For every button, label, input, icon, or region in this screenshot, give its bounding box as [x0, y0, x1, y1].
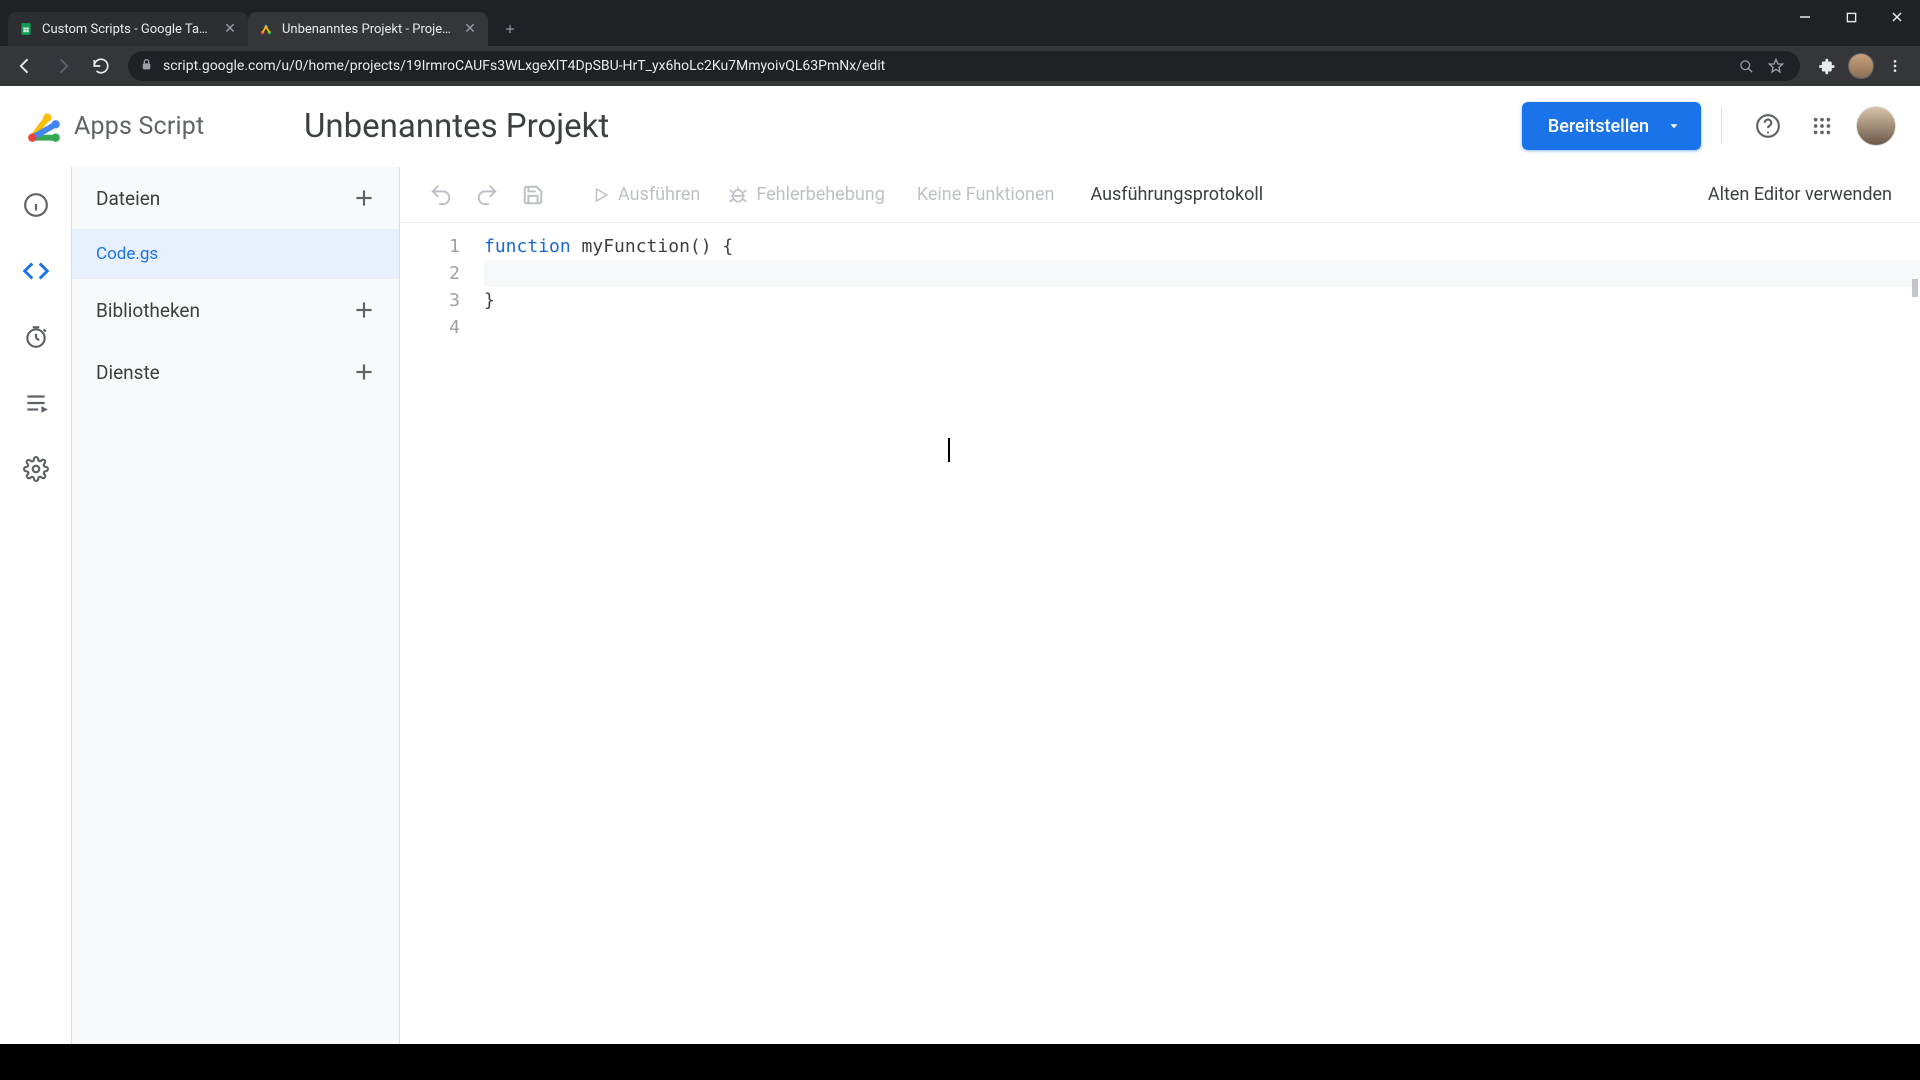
code-editor[interactable]: 1 2 3 4 function myFunction() { } [400, 222, 1920, 1044]
chrome-menu-icon[interactable] [1878, 49, 1912, 83]
debug-label: Fehlerbehebung [756, 184, 884, 205]
window-controls [1782, 0, 1920, 34]
sheets-favicon-icon [18, 21, 34, 37]
project-title[interactable]: Unbenanntes Projekt [304, 107, 609, 146]
browser-toolbar: script.google.com/u/0/home/projects/19Ir… [0, 46, 1920, 86]
line-gutter: 1 2 3 4 [400, 223, 478, 1044]
browser-tab-2[interactable]: Unbenanntes Projekt - Projekt-E ✕ [248, 12, 488, 46]
line-number: 1 [400, 233, 460, 260]
extensions-icon[interactable] [1810, 49, 1844, 83]
add-service-button[interactable] [347, 355, 381, 389]
function-selector[interactable]: Keine Funktionen [903, 184, 1069, 205]
editor-toolbar: Ausführen Fehlerbehebung Keine Funktione… [400, 167, 1920, 222]
address-bar[interactable]: script.google.com/u/0/home/projects/19Ir… [128, 51, 1800, 81]
add-file-button[interactable] [347, 181, 381, 215]
rail-settings-icon[interactable] [16, 449, 56, 489]
code-token: function [484, 236, 571, 257]
lock-icon [140, 58, 153, 75]
editor-area: Ausführen Fehlerbehebung Keine Funktione… [400, 167, 1920, 1044]
close-tab-icon[interactable]: ✕ [222, 21, 238, 37]
minimize-button[interactable] [1782, 0, 1828, 34]
code-token: myFunction() [571, 236, 723, 257]
undo-button[interactable] [422, 176, 460, 214]
rail-editor-icon[interactable] [16, 251, 56, 291]
services-section-header: Dienste [72, 341, 399, 403]
save-button[interactable] [514, 176, 552, 214]
code-token: } [484, 290, 495, 311]
account-avatar[interactable] [1856, 106, 1896, 146]
files-sidebar: Dateien Code.gs Bibliotheken Dienste [72, 167, 400, 1044]
line-number: 2 [400, 260, 460, 287]
services-label: Dienste [96, 361, 160, 384]
close-tab-icon[interactable]: ✕ [462, 21, 478, 37]
help-icon[interactable] [1746, 104, 1790, 148]
deploy-label: Bereitstellen [1548, 116, 1649, 137]
new-tab-button[interactable] [496, 15, 524, 43]
brand-name: Apps Script [74, 112, 204, 141]
browser-tab-1[interactable]: Custom Scripts - Google Tabellen ✕ [8, 12, 248, 46]
forward-button[interactable] [46, 49, 80, 83]
rail-triggers-icon[interactable] [16, 317, 56, 357]
tab-title: Custom Scripts - Google Tabellen [42, 22, 214, 37]
app-header: Apps Script Unbenanntes Projekt Bereitst… [0, 86, 1920, 166]
redo-button[interactable] [468, 176, 506, 214]
file-item-code-gs[interactable]: Code.gs [72, 229, 399, 279]
use-old-editor-button[interactable]: Alten Editor verwenden [1708, 184, 1898, 205]
minimap[interactable] [1906, 223, 1920, 1044]
back-button[interactable] [8, 49, 42, 83]
text-cursor-icon [948, 438, 950, 462]
apps-grid-icon[interactable] [1800, 104, 1844, 148]
letterbox [0, 1044, 1920, 1080]
close-window-button[interactable] [1874, 0, 1920, 34]
deploy-button[interactable]: Bereitstellen [1522, 102, 1701, 150]
rail-executions-icon[interactable] [16, 383, 56, 423]
chrome-profile-avatar[interactable] [1848, 53, 1874, 79]
files-section-header: Dateien [72, 167, 399, 229]
code-token: { [722, 236, 733, 257]
code-content[interactable]: function myFunction() { } [478, 223, 1920, 1044]
divider [1721, 108, 1722, 144]
debug-button[interactable]: Fehlerbehebung [718, 184, 894, 205]
add-library-button[interactable] [347, 293, 381, 327]
libraries-label: Bibliotheken [96, 299, 200, 322]
left-rail [0, 167, 72, 1044]
bookmark-star-icon[interactable] [1764, 54, 1788, 78]
chevron-down-icon [1667, 119, 1681, 133]
files-label: Dateien [96, 187, 160, 210]
url-text: script.google.com/u/0/home/projects/19Ir… [163, 58, 885, 74]
run-label: Ausführen [618, 184, 700, 205]
apps-script-favicon-icon [258, 21, 274, 37]
libraries-section-header: Bibliotheken [72, 279, 399, 341]
execution-log-button[interactable]: Ausführungsprotokoll [1076, 184, 1277, 205]
line-number: 4 [400, 314, 460, 341]
file-name: Code.gs [96, 244, 158, 264]
run-button[interactable]: Ausführen [582, 184, 710, 205]
rail-overview-icon[interactable] [16, 185, 56, 225]
zoom-icon[interactable] [1734, 54, 1758, 78]
reload-button[interactable] [84, 49, 118, 83]
maximize-button[interactable] [1828, 0, 1874, 34]
line-number: 3 [400, 287, 460, 314]
tab-title: Unbenanntes Projekt - Projekt-E [282, 22, 454, 37]
apps-script-logo-icon [24, 106, 64, 146]
browser-tabbar: Custom Scripts - Google Tabellen ✕ Unben… [0, 0, 1920, 46]
